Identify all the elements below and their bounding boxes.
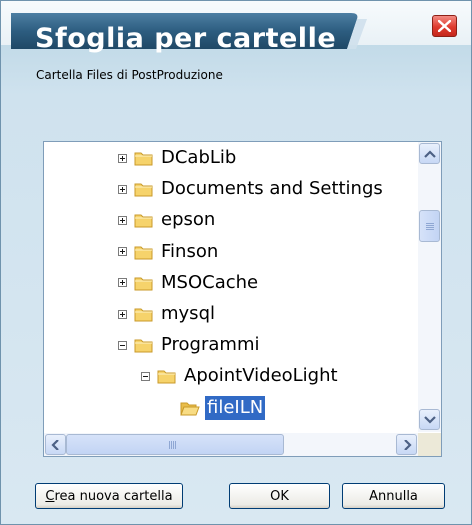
chevron-up-icon <box>424 150 436 158</box>
tree-item-label: Finson <box>161 240 219 262</box>
new-folder-button[interactable]: Crea nuova cartella <box>35 483 183 509</box>
collapse-icon[interactable] <box>141 371 150 381</box>
tree-item-label: ApointVideoLight <box>184 365 338 387</box>
folder-icon <box>134 181 154 197</box>
expand-icon[interactable] <box>118 153 127 163</box>
scroll-right-button[interactable] <box>396 434 417 455</box>
folder-icon <box>134 244 154 260</box>
tree-item[interactable]: MSOCache <box>118 270 260 296</box>
window-title: Sfoglia per cartelle <box>35 23 337 54</box>
tree-item-label: Programmi <box>161 334 260 356</box>
new-folder-mnemonic: C <box>45 488 55 504</box>
vertical-scrollbar[interactable] <box>418 142 441 432</box>
expand-icon[interactable] <box>118 309 127 319</box>
close-button[interactable] <box>432 15 457 37</box>
title-bar[interactable]: Sfoglia per cartelle <box>1 1 471 54</box>
scroll-up-button[interactable] <box>419 143 440 164</box>
chevron-right-icon <box>404 440 412 450</box>
expand-icon[interactable] <box>118 247 127 257</box>
scrollbar-corner <box>418 433 441 456</box>
title-tab: Sfoglia per cartelle <box>11 13 371 54</box>
folder-icon <box>134 150 154 166</box>
tree-item-label: fileILN <box>205 395 266 420</box>
open-folder-icon <box>180 400 200 416</box>
folder-icon <box>134 306 154 322</box>
new-folder-label: rea nuova cartella <box>54 488 173 504</box>
folder-icon <box>157 368 177 384</box>
close-icon <box>438 20 451 32</box>
tree-item[interactable]: epson <box>118 207 217 233</box>
tree-item[interactable]: ApointVideoLight <box>141 363 340 389</box>
expand-icon[interactable] <box>118 215 127 225</box>
vertical-scroll-thumb[interactable] <box>419 210 440 242</box>
tree-item-label: mysql <box>161 303 215 324</box>
folder-icon <box>134 275 154 291</box>
tree-item[interactable]: mysql <box>118 301 217 327</box>
collapse-icon[interactable] <box>118 340 127 350</box>
horizontal-scrollbar[interactable] <box>44 433 418 456</box>
chevron-left-icon <box>51 440 59 450</box>
tree-item[interactable]: Documents and Settings <box>118 176 385 202</box>
chevron-down-icon <box>424 416 436 424</box>
horizontal-scroll-thumb[interactable] <box>66 434 284 455</box>
tree-item[interactable]: Programmi <box>118 332 261 358</box>
folder-icon <box>134 212 154 228</box>
folder-tree[interactable]: DCabLib Documents and Settings epson Finson… <box>43 141 442 457</box>
dialog-description: Cartella Files di PostProduzione <box>36 68 223 82</box>
expand-icon[interactable] <box>118 184 127 194</box>
folder-icon <box>134 337 154 353</box>
cancel-button[interactable]: Annulla <box>342 483 445 509</box>
tree-item-label: MSOCache <box>161 271 259 293</box>
tree-item-label: epson <box>161 209 216 231</box>
tree-item[interactable]: DCabLib <box>118 145 238 171</box>
tree-item-label: DCabLib <box>161 147 237 168</box>
ok-button[interactable]: OK <box>229 483 330 509</box>
browse-folder-dialog: Sfoglia per cartelle Cartella Files di P… <box>0 0 472 525</box>
scroll-left-button[interactable] <box>45 434 66 455</box>
tree-item-label: Documents and Settings <box>161 178 383 200</box>
tree-item[interactable]: fileILN <box>180 395 266 421</box>
scroll-down-button[interactable] <box>419 409 440 430</box>
tree-item[interactable]: Finson <box>118 239 220 265</box>
expand-icon[interactable] <box>118 278 127 288</box>
